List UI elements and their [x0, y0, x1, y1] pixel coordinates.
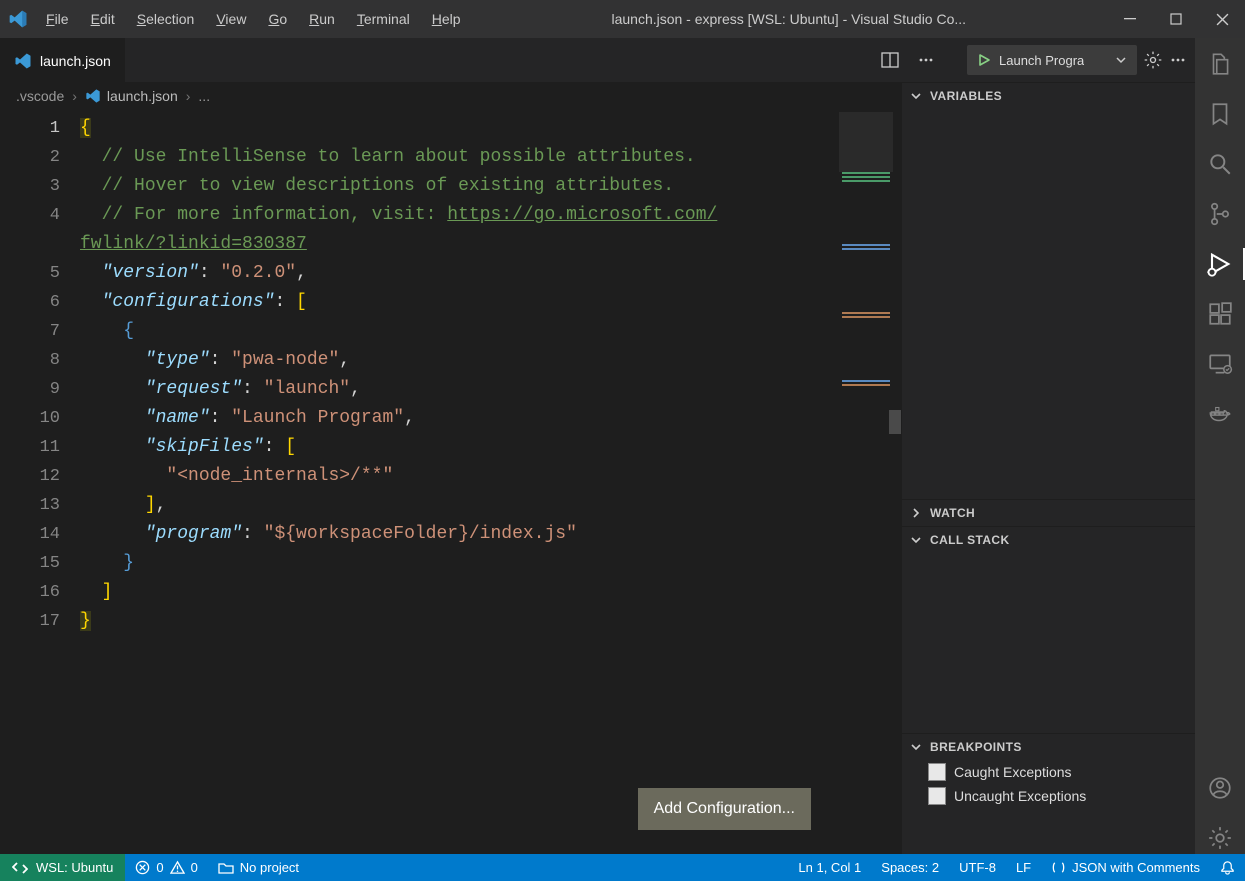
titlebar: File Edit Selection View Go Run Terminal…	[0, 0, 1245, 38]
window-close-button[interactable]	[1199, 0, 1245, 38]
add-configuration-button[interactable]: Add Configuration...	[638, 788, 811, 830]
chevron-down-icon	[910, 741, 924, 753]
vscode-file-icon	[85, 88, 101, 104]
notifications-icon[interactable]	[1210, 860, 1245, 875]
debug-config-label: Launch Progra	[999, 53, 1084, 68]
code-editor[interactable]: { // Use IntelliSense to learn about pos…	[80, 110, 901, 854]
caught-exceptions-checkbox[interactable]	[928, 763, 946, 781]
menu-go[interactable]: Go	[258, 7, 297, 31]
gear-icon[interactable]	[1143, 50, 1163, 70]
window-maximize-button[interactable]	[1153, 0, 1199, 38]
docker-icon[interactable]	[1204, 398, 1236, 430]
settings-gear-icon[interactable]	[1204, 822, 1236, 854]
breadcrumb-trail[interactable]: ...	[198, 88, 210, 104]
chevron-right-icon	[910, 507, 924, 519]
language-mode[interactable]: JSON with Comments	[1041, 860, 1210, 875]
play-icon	[977, 53, 991, 67]
window-title: launch.json - express [WSL: Ubuntu] - Vi…	[471, 11, 1107, 27]
chevron-down-icon	[1115, 54, 1127, 66]
breakpoints-section-header[interactable]: BREAKPOINTS	[902, 734, 1195, 760]
activity-bar	[1195, 38, 1245, 854]
debug-config-dropdown[interactable]: Launch Progra	[967, 45, 1137, 75]
callstack-body	[902, 553, 1195, 733]
breadcrumb[interactable]: .vscode › launch.json › ...	[0, 82, 901, 110]
cursor-position[interactable]: Ln 1, Col 1	[788, 860, 871, 875]
problems-indicator[interactable]: 0 0	[125, 854, 207, 881]
remote-indicator[interactable]: WSL: Ubuntu	[0, 854, 125, 881]
more-actions-icon[interactable]	[917, 51, 935, 69]
tab-label: launch.json	[40, 53, 111, 69]
run-debug-icon[interactable]	[1195, 248, 1245, 280]
bookmark-icon[interactable]	[1204, 98, 1236, 130]
line-gutter[interactable]: 1 2 3 4 5 6 7 8 9 10 11 12 13	[0, 110, 80, 854]
menu-selection[interactable]: Selection	[127, 7, 205, 31]
statusbar: WSL: Ubuntu 0 0 No project Ln 1, Col 1 S…	[0, 854, 1245, 881]
minimap[interactable]	[837, 110, 901, 854]
search-icon[interactable]	[1204, 148, 1236, 180]
encoding-indicator[interactable]: UTF-8	[949, 860, 1006, 875]
split-editor-icon[interactable]	[881, 51, 899, 69]
menu-terminal[interactable]: Terminal	[347, 7, 420, 31]
watch-section-header[interactable]: WATCH	[902, 500, 1195, 526]
source-control-icon[interactable]	[1204, 198, 1236, 230]
menu-help[interactable]: Help	[422, 7, 471, 31]
menu-file[interactable]: File	[36, 7, 79, 31]
chevron-right-icon: ›	[72, 88, 77, 104]
tabs-bar: launch.json Launch Pr	[0, 38, 1195, 82]
vscode-file-icon	[14, 52, 32, 70]
explorer-icon[interactable]	[1204, 48, 1236, 80]
more-icon[interactable]	[1169, 51, 1187, 69]
chevron-down-icon	[910, 534, 924, 546]
uncaught-exceptions-label: Uncaught Exceptions	[954, 788, 1086, 804]
extensions-icon[interactable]	[1204, 298, 1236, 330]
debug-panel: VARIABLES WATCH CALL STACK	[901, 82, 1195, 854]
remote-explorer-icon[interactable]	[1204, 348, 1236, 380]
menu-run[interactable]: Run	[299, 7, 345, 31]
menu-view[interactable]: View	[206, 7, 256, 31]
breadcrumb-file[interactable]: launch.json	[107, 88, 178, 104]
variables-section-header[interactable]: VARIABLES	[902, 83, 1195, 109]
variables-body	[902, 109, 1195, 499]
window-minimize-button[interactable]	[1107, 0, 1153, 38]
indentation-indicator[interactable]: Spaces: 2	[871, 860, 949, 875]
caught-exceptions-label: Caught Exceptions	[954, 764, 1072, 780]
chevron-right-icon: ›	[186, 88, 191, 104]
chevron-down-icon	[910, 90, 924, 102]
eol-indicator[interactable]: LF	[1006, 860, 1041, 875]
breadcrumb-folder[interactable]: .vscode	[16, 88, 64, 104]
uncaught-exceptions-checkbox[interactable]	[928, 787, 946, 805]
vscode-logo-icon	[0, 9, 36, 29]
menu-edit[interactable]: Edit	[81, 7, 125, 31]
callstack-section-header[interactable]: CALL STACK	[902, 527, 1195, 553]
scrollbar-thumb[interactable]	[889, 410, 901, 434]
project-indicator[interactable]: No project	[208, 854, 309, 881]
tab-launch-json[interactable]: launch.json	[0, 38, 125, 82]
account-icon[interactable]	[1204, 772, 1236, 804]
